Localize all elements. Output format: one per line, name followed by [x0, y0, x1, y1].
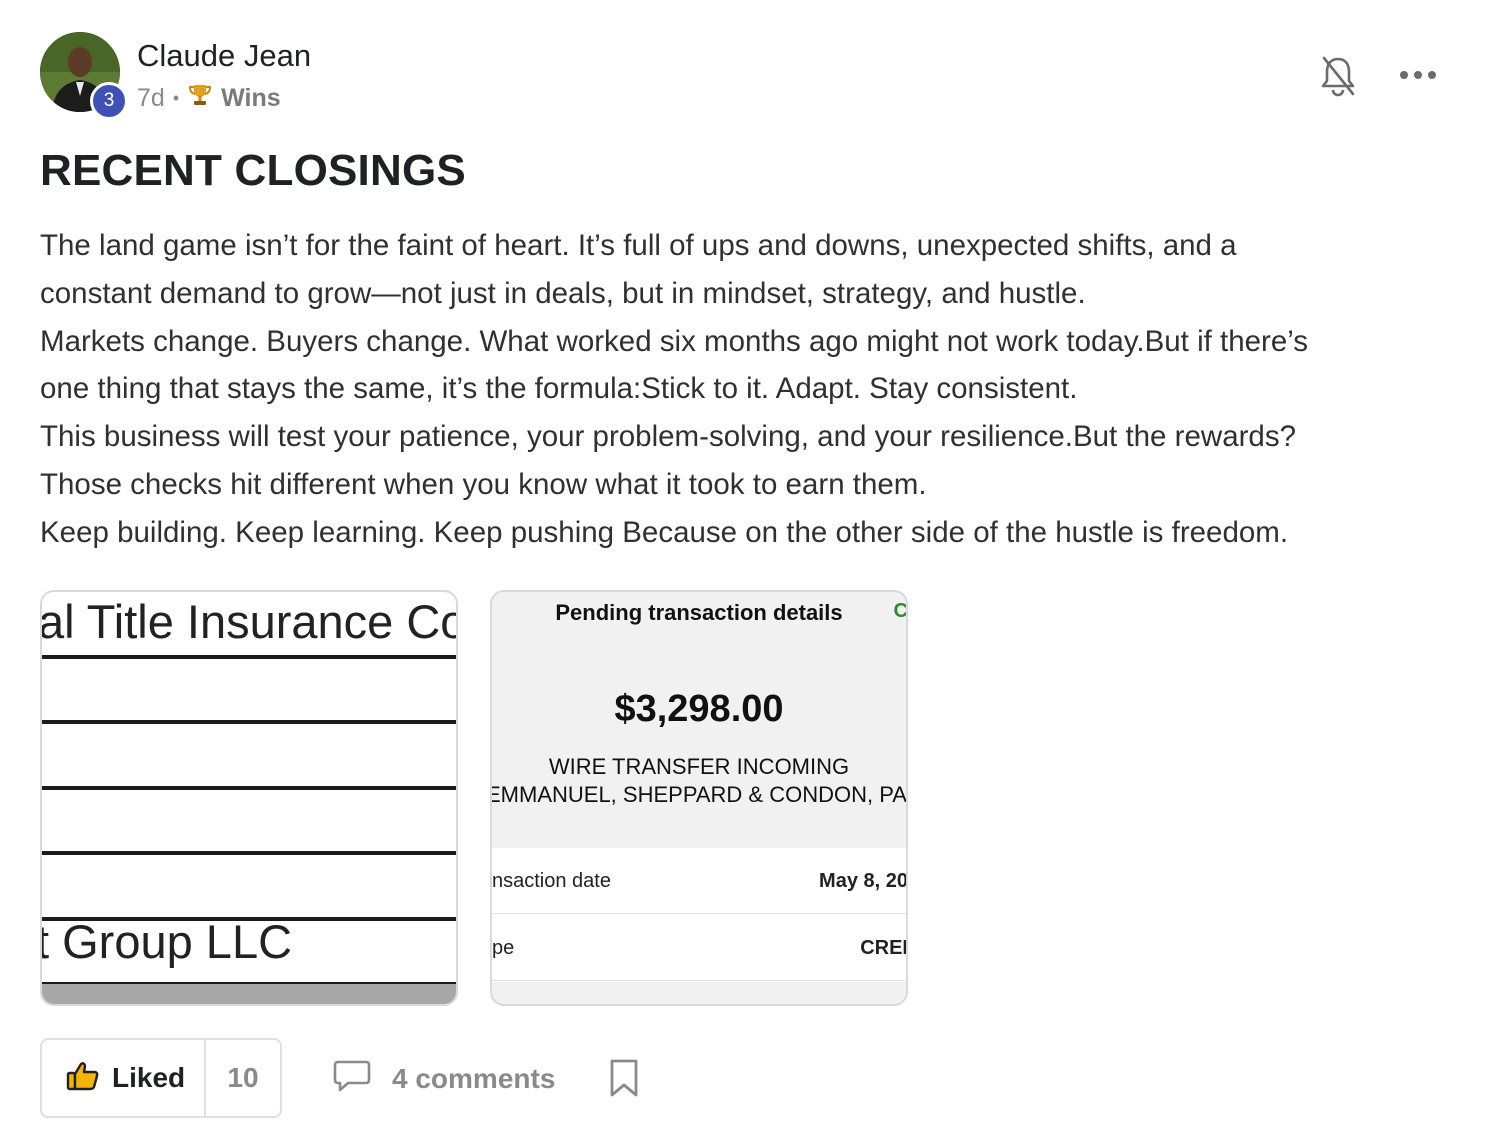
like-control: Liked 10: [40, 1038, 282, 1118]
transaction-counterparty: EMMANUEL, SHEPPARD & CONDON, PA: [490, 782, 907, 807]
body-line: Keep building. Keep learning. Keep pushi…: [40, 515, 1289, 549]
transaction-row: nsaction date May 8, 20: [492, 848, 906, 914]
doc-rule: [42, 655, 456, 659]
author-avatar-wrap[interactable]: 3: [40, 32, 128, 120]
doc-top-text: al Title Insurance Com: [40, 595, 456, 648]
level-badge: 3: [90, 82, 128, 120]
body-line: constant demand to grow—not just in deal…: [40, 276, 1086, 310]
post-meta: 7d • Wins: [137, 82, 281, 115]
trophy-icon: [187, 82, 213, 115]
notification-bell-off-icon[interactable]: [1318, 54, 1358, 98]
transaction-header: Pending transaction details: [555, 600, 843, 625]
doc-rule: [42, 851, 456, 855]
row-key: nsaction date: [492, 870, 611, 892]
category-link[interactable]: Wins: [221, 84, 281, 113]
transaction-description: WIRE TRANSFER INCOMING: [548, 754, 850, 779]
body-line: Those checks hit different when you know…: [40, 467, 927, 501]
row-key: pe: [492, 937, 515, 959]
post-body: The land game isn’t for the faint of hea…: [40, 222, 1460, 557]
transaction-amount: $3,298.00: [614, 688, 784, 730]
doc-bottom-text: t Group LLC: [40, 915, 293, 968]
attachment-image-document[interactable]: al Title Insurance Com t Group LLC: [40, 590, 458, 1006]
post-age[interactable]: 7d: [137, 84, 165, 113]
doc-shadow: [42, 984, 456, 1004]
like-label: Liked: [112, 1062, 186, 1093]
body-line: This business will test your patience, y…: [40, 420, 1296, 454]
more-options-icon[interactable]: [1398, 62, 1438, 88]
row-value: May 8, 20: [819, 870, 908, 892]
transaction-header-edge: C: [893, 600, 908, 622]
attachment-image-transaction[interactable]: Pending transaction details C $3,298.00 …: [490, 590, 908, 1006]
author-name[interactable]: Claude Jean: [137, 38, 311, 74]
body-line: one thing that stays the same, it’s the …: [40, 372, 1078, 406]
body-line: The land game isn’t for the faint of hea…: [40, 229, 1237, 262]
transaction-table: nsaction date May 8, 20 pe CREI: [492, 848, 906, 982]
like-button[interactable]: Liked: [42, 1040, 204, 1116]
doc-rule: [42, 786, 456, 790]
comments-label: 4 comments: [392, 1062, 556, 1094]
doc-rule: [42, 720, 456, 724]
comments-button[interactable]: 4 comments: [332, 1058, 555, 1099]
post-title: RECENT CLOSINGS: [40, 146, 466, 195]
bookmark-icon[interactable]: [608, 1058, 640, 1098]
meta-separator: •: [172, 88, 180, 108]
row-value: CREI: [860, 937, 908, 959]
thumbs-up-icon: [66, 1060, 100, 1097]
body-line: Markets change. Buyers change. What work…: [40, 324, 1309, 358]
comment-icon: [332, 1058, 372, 1099]
transaction-row: pe CREI: [492, 915, 906, 981]
like-count[interactable]: 10: [204, 1040, 280, 1116]
